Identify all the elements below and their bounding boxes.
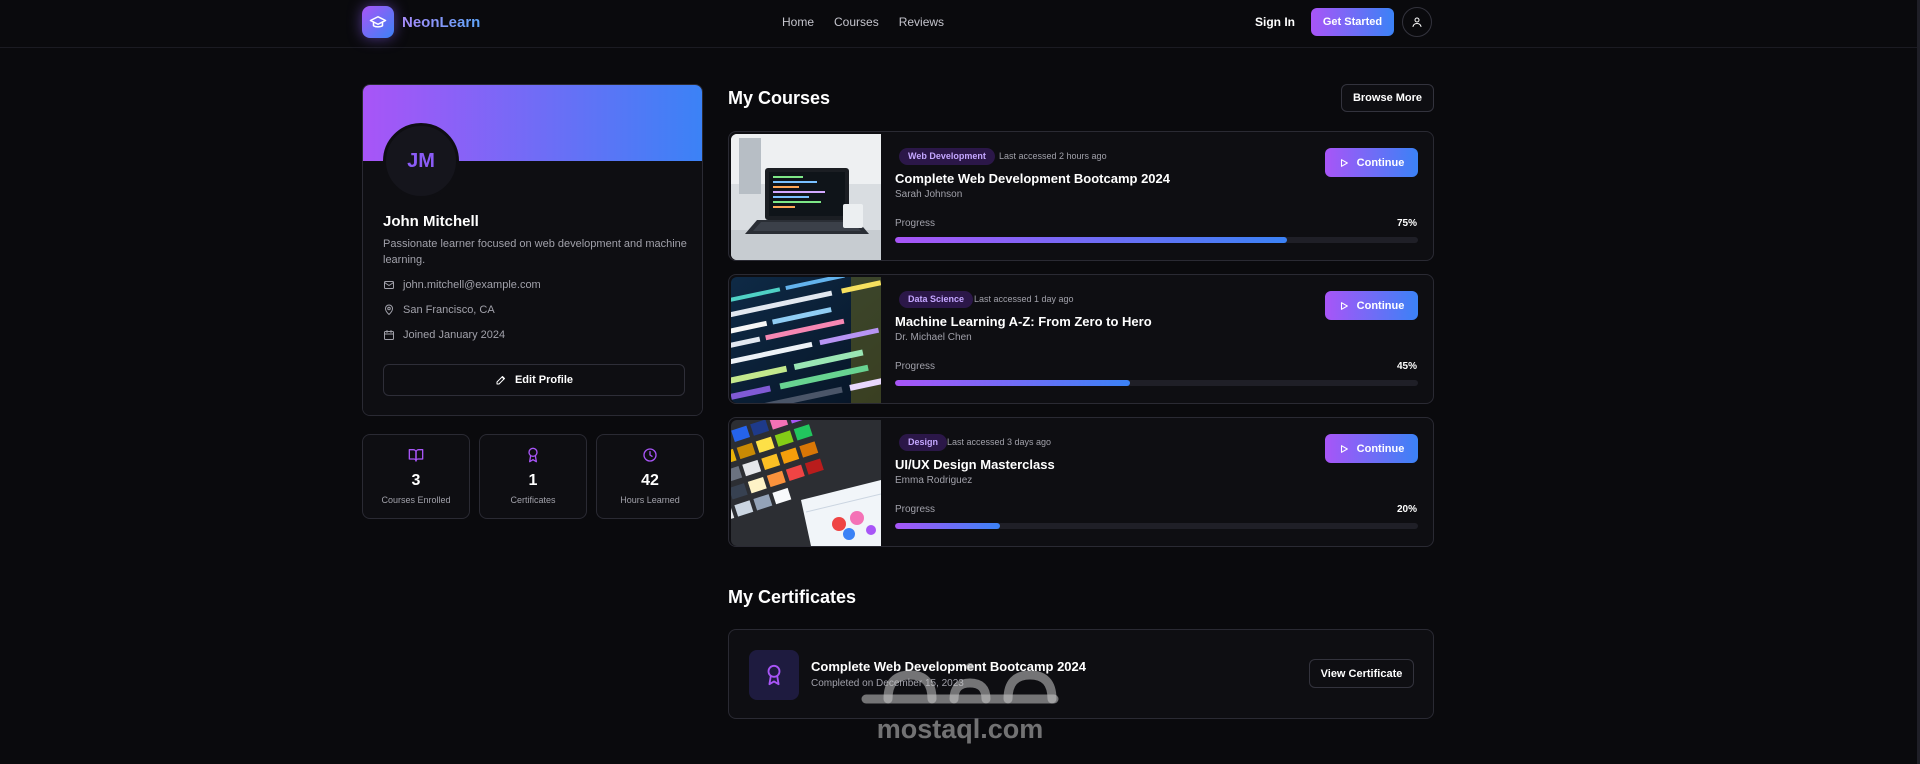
stat-courses-enrolled: 3 Courses Enrolled bbox=[362, 434, 470, 519]
continue-label: Continue bbox=[1356, 442, 1405, 455]
progress-value: 75% bbox=[1396, 218, 1417, 229]
award-icon bbox=[767, 664, 781, 686]
stat-label: Hours Learned bbox=[620, 495, 680, 505]
my-courses-title: My Courses bbox=[728, 88, 831, 108]
certificate-badge bbox=[749, 650, 799, 700]
progress-label: Progress bbox=[895, 218, 936, 229]
view-certificate-button[interactable]: View Certificate bbox=[1309, 659, 1414, 688]
stat-certificates: 1 Certificates bbox=[479, 434, 587, 519]
browse-more-button[interactable]: Browse More bbox=[1341, 84, 1434, 112]
course-title: Complete Web Development Bootcamp 2024 bbox=[895, 171, 1170, 186]
user-icon bbox=[1412, 17, 1422, 27]
continue-label: Continue bbox=[1356, 299, 1405, 312]
course-thumbnail-code bbox=[731, 277, 881, 403]
stat-value: 1 bbox=[528, 472, 538, 489]
course-card: Data Science Last accessed 1 day ago Mac… bbox=[728, 274, 1434, 404]
mostaql-watermark-logo bbox=[861, 663, 1059, 704]
progress-bar bbox=[895, 237, 1418, 243]
profile-email-row: john.mitchell@example.com bbox=[383, 279, 541, 291]
watermark-text: mostaql.com bbox=[876, 714, 1044, 744]
pencil-icon bbox=[496, 376, 505, 385]
user-menu-button[interactable] bbox=[1402, 7, 1432, 37]
clock-icon bbox=[643, 448, 657, 462]
award-icon bbox=[528, 447, 538, 463]
progress-bar bbox=[895, 380, 1418, 386]
stat-value: 42 bbox=[641, 472, 659, 489]
get-started-button[interactable]: Get Started bbox=[1311, 8, 1394, 36]
edit-profile-button[interactable]: Edit Profile bbox=[383, 364, 685, 396]
progress-bar-fill bbox=[895, 523, 1000, 529]
mail-icon bbox=[384, 281, 394, 289]
nav-links: Home Courses Reviews bbox=[782, 15, 944, 29]
course-title: Machine Learning A-Z: From Zero to Hero bbox=[895, 314, 1152, 329]
my-certificates-title: My Certificates bbox=[728, 587, 857, 607]
avatar: JM bbox=[383, 123, 459, 199]
profile-bio: Passionate learner focused on web develo… bbox=[383, 238, 687, 266]
play-icon bbox=[1340, 444, 1348, 453]
course-last-accessed: Last accessed 1 day ago bbox=[974, 294, 1074, 304]
progress-bar-fill bbox=[895, 237, 1288, 243]
calendar-icon bbox=[384, 330, 394, 340]
stat-label: Courses Enrolled bbox=[381, 495, 451, 505]
course-instructor: Dr. Michael Chen bbox=[895, 332, 972, 343]
brand[interactable]: NeonLearn bbox=[362, 6, 480, 38]
continue-label: Continue bbox=[1356, 156, 1405, 169]
progress-bar-fill bbox=[895, 380, 1131, 386]
course-title: UI/UX Design Masterclass bbox=[895, 457, 1055, 472]
play-icon bbox=[1340, 158, 1348, 167]
profile-joined-row: Joined January 2024 bbox=[383, 329, 505, 341]
progress-value: 45% bbox=[1396, 361, 1417, 372]
book-open-icon bbox=[408, 449, 424, 462]
nav-link-courses[interactable]: Courses bbox=[834, 15, 879, 29]
profile-joined: Joined January 2024 bbox=[403, 329, 506, 341]
edit-profile-label: Edit Profile bbox=[514, 374, 574, 386]
course-thumbnail-laptop bbox=[731, 134, 881, 260]
profile-name: John Mitchell bbox=[383, 213, 479, 230]
course-category-badge: Web Development bbox=[899, 148, 995, 165]
course-last-accessed: Last accessed 3 days ago bbox=[947, 437, 1052, 447]
course-category-badge: Data Science bbox=[899, 291, 974, 308]
course-category-badge: Design bbox=[899, 434, 948, 451]
stat-label: Certificates bbox=[510, 495, 556, 505]
profile-location: San Francisco, CA bbox=[403, 304, 495, 316]
progress-bar bbox=[895, 523, 1418, 529]
brand-name: NeonLearn bbox=[402, 13, 481, 31]
play-icon bbox=[1340, 301, 1348, 310]
top-nav: NeonLearn Home Courses Reviews Sign In G… bbox=[0, 0, 1920, 48]
course-card: Design Last accessed 3 days ago UI/UX De… bbox=[728, 417, 1434, 547]
course-last-accessed: Last accessed 2 hours ago bbox=[999, 151, 1107, 161]
course-card: Web Development Last accessed 2 hours ag… bbox=[728, 131, 1434, 261]
graduation-cap-icon bbox=[362, 6, 394, 38]
avatar-initials: JM bbox=[407, 150, 435, 172]
continue-button[interactable]: Continue bbox=[1325, 148, 1418, 177]
progress-label: Progress bbox=[895, 504, 936, 515]
profile-card: JM John Mitchell Passionate learner focu… bbox=[362, 84, 703, 416]
stat-hours-learned: 42 Hours Learned bbox=[596, 434, 704, 519]
sign-in-link[interactable]: Sign In bbox=[1255, 15, 1295, 29]
stat-value: 3 bbox=[411, 472, 421, 489]
profile-location-row: San Francisco, CA bbox=[383, 304, 495, 316]
profile-email: john.mitchell@example.com bbox=[403, 279, 541, 291]
continue-button[interactable]: Continue bbox=[1325, 434, 1418, 463]
page: NeonLearn Home Courses Reviews Sign In G… bbox=[0, 0, 1920, 764]
course-instructor: Sarah Johnson bbox=[895, 189, 963, 200]
course-instructor: Emma Rodriguez bbox=[895, 475, 973, 486]
progress-value: 20% bbox=[1396, 504, 1417, 515]
course-thumbnail-swatches bbox=[731, 420, 881, 546]
nav-link-home[interactable]: Home bbox=[782, 15, 814, 29]
progress-label: Progress bbox=[895, 361, 936, 372]
map-pin-icon bbox=[385, 304, 393, 315]
certificate-card: Complete Web Development Bootcamp 2024 C… bbox=[728, 629, 1434, 719]
nav-link-reviews[interactable]: Reviews bbox=[899, 15, 944, 29]
continue-button[interactable]: Continue bbox=[1325, 291, 1418, 320]
